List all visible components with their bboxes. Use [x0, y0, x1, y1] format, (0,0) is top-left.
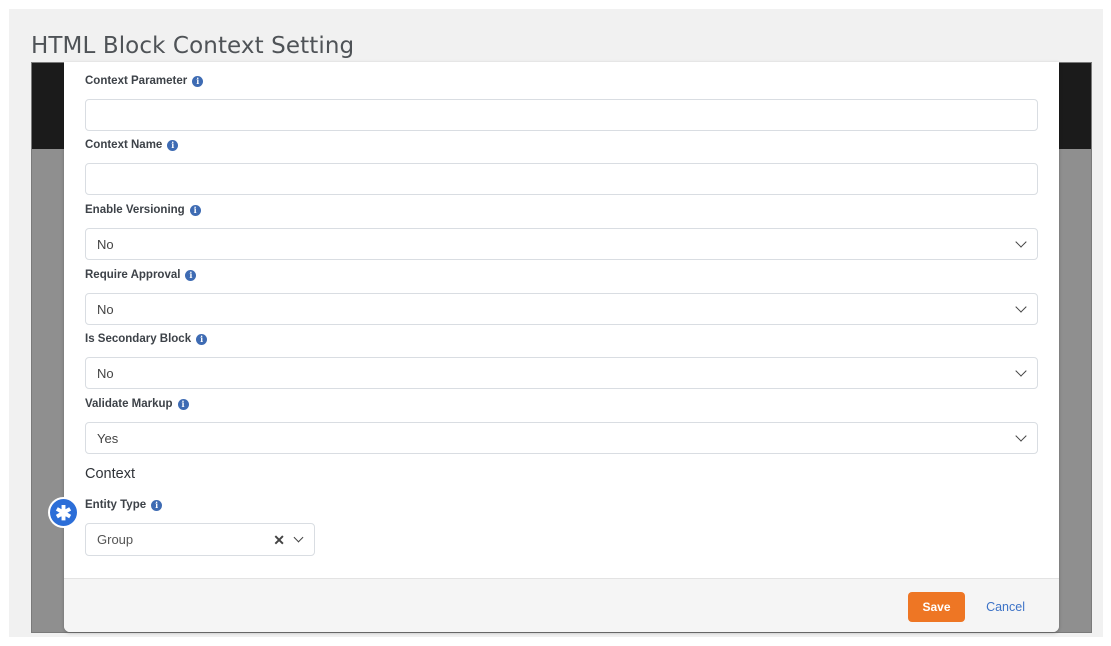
enable-versioning-value: No [97, 236, 114, 252]
chevron-down-icon[interactable] [293, 532, 304, 543]
context-parameter-label: Context Parameter [85, 75, 188, 87]
field-label: Context Parameter i [85, 72, 1038, 90]
field-label: Context Name i [85, 136, 1038, 154]
validate-markup-value: Yes [97, 430, 119, 446]
entity-type-value: Group [97, 532, 134, 547]
info-icon[interactable]: i [151, 499, 163, 511]
field-label: Enable Versioning i [85, 201, 1038, 219]
clear-x-icon[interactable]: ✕ [273, 532, 285, 548]
info-icon[interactable]: i [177, 398, 189, 410]
info-icon[interactable]: i [167, 139, 179, 151]
is-secondary-block-field: Is Secondary Block i No [85, 330, 1038, 389]
enable-versioning-field: Enable Versioning i No [85, 201, 1038, 260]
validate-markup-field: Validate Markup i Yes [85, 395, 1038, 454]
chevron-down-icon [1015, 236, 1027, 248]
entity-type-field: Entity Type i Group ✕ [85, 496, 1038, 556]
entity-type-label: Entity Type [85, 499, 147, 511]
info-icon[interactable]: i [189, 204, 201, 216]
context-parameter-input[interactable] [85, 99, 1038, 131]
context-parameter-field: Context Parameter i [85, 72, 1038, 131]
modal-footer: Save Cancel [64, 578, 1059, 632]
validate-markup-label: Validate Markup [85, 398, 173, 410]
is-secondary-block-label: Is Secondary Block [85, 333, 192, 345]
page-title: HTML Block Context Setting [31, 33, 355, 59]
is-secondary-block-value: No [97, 365, 114, 381]
save-button[interactable]: Save [908, 592, 965, 622]
require-approval-field: Require Approval i No [85, 266, 1038, 325]
block-settings-modal: Context Parameter i Context Name i Enabl… [64, 62, 1059, 632]
field-label: Require Approval i [85, 266, 1038, 284]
is-secondary-block-select[interactable]: No [85, 357, 1038, 389]
chevron-down-icon [1015, 365, 1027, 377]
context-name-label: Context Name [85, 139, 163, 151]
enable-versioning-select[interactable]: No [85, 228, 1038, 260]
context-name-input[interactable] [85, 163, 1038, 195]
info-icon[interactable]: i [196, 333, 208, 345]
context-section-title: Context [85, 466, 135, 482]
info-icon[interactable]: i [185, 269, 197, 281]
info-icon[interactable]: i [192, 75, 204, 87]
cancel-button[interactable]: Cancel [986, 592, 1025, 622]
field-label: Is Secondary Block i [85, 330, 1038, 348]
field-label: Validate Markup i [85, 395, 1038, 413]
validate-markup-select[interactable]: Yes [85, 422, 1038, 454]
enable-versioning-label: Enable Versioning [85, 204, 185, 216]
field-label: Entity Type i [85, 496, 1038, 514]
require-approval-select[interactable]: No [85, 293, 1038, 325]
chevron-down-icon [1015, 301, 1027, 313]
chevron-down-icon [1015, 430, 1027, 442]
require-approval-value: No [97, 301, 114, 317]
context-name-field: Context Name i [85, 136, 1038, 195]
asterisk-marker-icon: ✱ [50, 499, 77, 526]
require-approval-label: Require Approval [85, 269, 181, 281]
entity-type-picker[interactable]: Group ✕ [85, 523, 315, 556]
